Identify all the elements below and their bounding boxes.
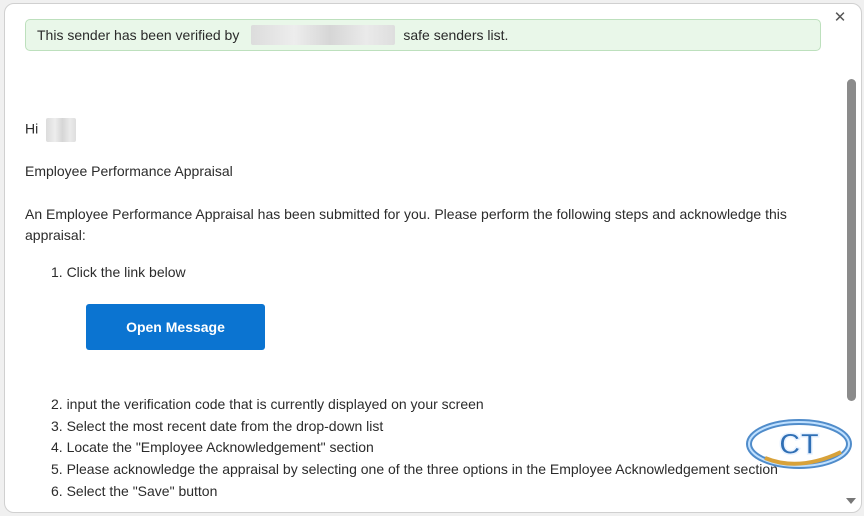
banner-text-after: safe senders list. bbox=[403, 27, 509, 43]
redacted-recipient-name bbox=[46, 118, 77, 142]
scrollbar-thumb[interactable] bbox=[847, 79, 856, 401]
step-1: 1. Click the link below bbox=[51, 264, 186, 280]
step-3: 3. Select the most recent date from the … bbox=[51, 418, 384, 434]
greeting-text: Hi bbox=[25, 120, 39, 137]
intro-paragraph: An Employee Performance Appraisal has be… bbox=[25, 206, 787, 243]
open-message-button[interactable]: Open Message bbox=[86, 304, 265, 350]
step-6: 6. Select the "Save" button bbox=[51, 483, 218, 499]
email-heading: Employee Performance Appraisal bbox=[25, 163, 233, 179]
verified-sender-banner: This sender has been verified by safe se… bbox=[25, 19, 821, 51]
redacted-organization bbox=[251, 25, 396, 45]
greeting: Hi bbox=[25, 118, 77, 142]
step-5: 5. Please acknowledge the appraisal by s… bbox=[51, 461, 778, 477]
scroll-down-arrow-icon[interactable] bbox=[846, 498, 856, 504]
logo-text: CT bbox=[779, 428, 819, 461]
banner-text-before: This sender has been verified by bbox=[37, 27, 240, 43]
ct-logo: CT bbox=[746, 419, 852, 469]
step-4: 4. Locate the "Employee Acknowledgement"… bbox=[51, 439, 374, 455]
step-2: 2. input the verification code that is c… bbox=[51, 396, 484, 412]
email-viewer-window: ✕ This sender has been verified by safe … bbox=[4, 3, 862, 513]
